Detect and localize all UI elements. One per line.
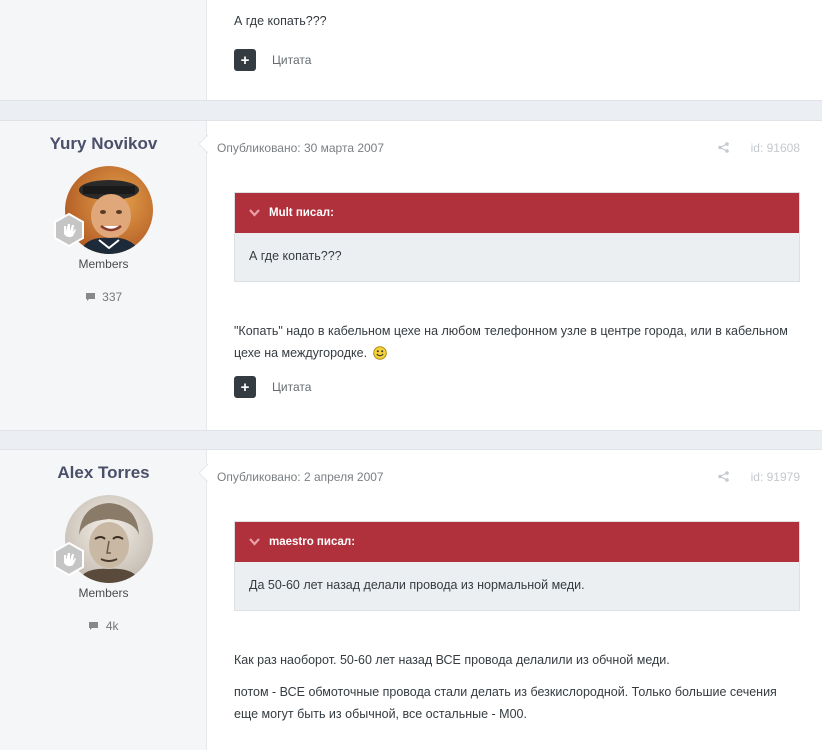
post-date[interactable]: Опубликовано: 30 марта 2007 <box>217 141 384 155</box>
post-content: Опубликовано: 30 марта 2007 id: 91608 Mu… <box>208 121 822 430</box>
avatar-wrap <box>54 166 153 254</box>
post-id[interactable]: id: 91608 <box>751 141 800 155</box>
post-count: 337 <box>0 290 207 304</box>
quote-header[interactable]: Mult писал: <box>235 193 799 233</box>
post-id[interactable]: id: 91979 <box>751 470 800 484</box>
quote-author: Mult писал: <box>269 207 334 219</box>
author-panel: Alex Torres Members 4k <box>0 450 207 750</box>
post-count-value: 337 <box>102 290 123 304</box>
smiley-icon <box>372 346 387 360</box>
post-text: "Копать" надо в кабельном цехе на любом … <box>234 320 794 364</box>
quote-body: Да 50-60 лет назад делали провода из нор… <box>249 578 585 592</box>
rank-badge-icon <box>54 213 84 247</box>
topic-page: А где копать??? + Цитата Yury Novikov Me… <box>0 0 822 750</box>
quote-button[interactable]: Цитата <box>272 380 311 394</box>
quote-author: maestro писал: <box>269 536 356 548</box>
chat-bubble-icon <box>89 622 99 630</box>
post-content: Опубликовано: 2 апреля 2007 id: 91979 ma… <box>208 450 822 750</box>
author-name[interactable]: Alex Torres <box>0 463 207 483</box>
quote-action[interactable]: + Цитата <box>234 376 311 398</box>
post-count: 4k <box>0 619 207 633</box>
quote-body: А где копать??? <box>249 249 342 263</box>
plus-icon[interactable]: + <box>234 376 256 398</box>
post-3: Alex Torres Members 4k Опубликовано: 2 а… <box>0 449 822 750</box>
post-content: А где копать??? + Цитата <box>208 0 822 100</box>
author-panel <box>0 0 207 100</box>
post-text: потом - ВСЕ обмоточные провода стали дел… <box>234 685 777 721</box>
quote-header[interactable]: maestro писал: <box>235 522 799 562</box>
share-icon[interactable] <box>718 142 729 153</box>
plus-icon[interactable]: + <box>234 49 256 71</box>
share-icon[interactable] <box>718 471 729 482</box>
quote-action[interactable]: + Цитата <box>234 49 311 71</box>
quote-block: Mult писал: А где копать??? <box>234 192 800 282</box>
chat-bubble-icon <box>85 293 95 301</box>
post-text: А где копать??? <box>234 14 327 28</box>
author-panel: Yury Novikov Members 337 <box>0 121 207 430</box>
chevron-down-icon[interactable] <box>249 538 260 546</box>
rank-badge-icon <box>54 542 84 576</box>
quote-block: maestro писал: Да 50-60 лет назад делали… <box>234 521 800 611</box>
post-1: А где копать??? + Цитата <box>0 0 822 101</box>
member-group: Members <box>78 257 129 271</box>
post-count-value: 4k <box>105 619 119 633</box>
post-text-line: "Копать" надо в кабельном цехе на любом … <box>234 324 788 360</box>
avatar-wrap <box>54 495 153 583</box>
author-name[interactable]: Yury Novikov <box>0 134 207 154</box>
post-date[interactable]: Опубликовано: 2 апреля 2007 <box>217 470 384 484</box>
post-text: Как раз наоборот. 50-60 лет назад ВСЕ пр… <box>234 653 670 667</box>
chevron-down-icon[interactable] <box>249 209 260 217</box>
member-group: Members <box>78 586 129 600</box>
post-2: Yury Novikov Members 337 Опубликовано: 3… <box>0 120 822 431</box>
quote-button[interactable]: Цитата <box>272 53 311 67</box>
